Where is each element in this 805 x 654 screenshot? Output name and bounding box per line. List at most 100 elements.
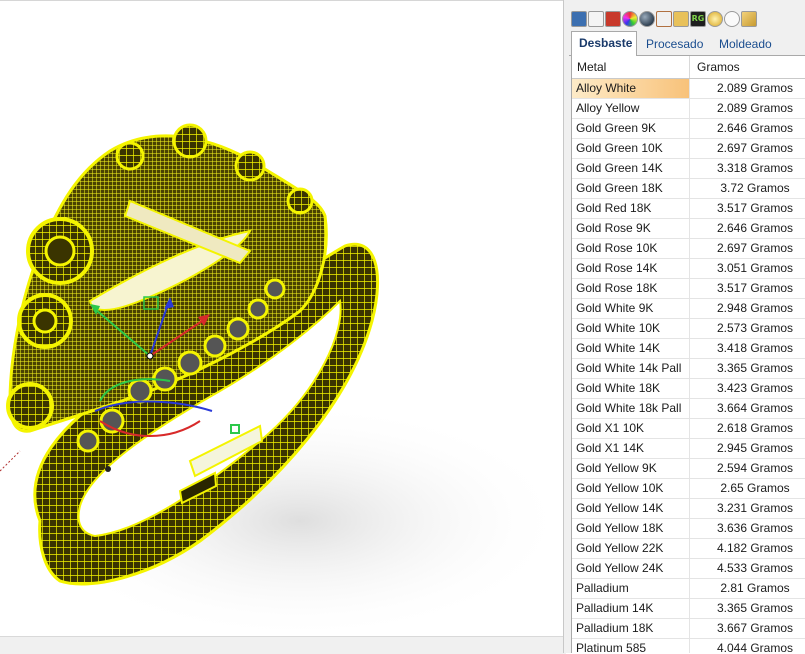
3d-viewport[interactable] <box>0 0 563 636</box>
metal-cell[interactable]: Palladium 18K <box>572 619 690 639</box>
table-row[interactable]: Gold Yellow 9K 2.594 Gramos <box>572 459 805 479</box>
metal-cell[interactable]: Gold Yellow 24K <box>572 559 690 579</box>
grams-cell[interactable]: 2.945 Gramos <box>690 439 805 459</box>
metal-cell[interactable]: Gold Green 18K <box>572 179 690 199</box>
table-row[interactable]: Gold White 14k Pall 3.365 Gramos <box>572 359 805 379</box>
grams-cell[interactable]: 2.618 Gramos <box>690 419 805 439</box>
table-row[interactable]: Gold Yellow 14K 3.231 Gramos <box>572 499 805 519</box>
grams-cell[interactable]: 2.65 Gramos <box>690 479 805 499</box>
sphere-icon[interactable] <box>639 11 655 27</box>
folder-icon[interactable] <box>673 11 689 27</box>
table-row[interactable]: Gold Yellow 18K 3.636 Gramos <box>572 519 805 539</box>
metal-cell[interactable]: Platinum 585 <box>572 639 690 653</box>
grams-cell[interactable]: 3.318 Gramos <box>690 159 805 179</box>
gem-icon[interactable] <box>707 11 723 27</box>
tab-desbaste[interactable]: Desbaste <box>571 31 637 56</box>
grams-cell[interactable]: 3.664 Gramos <box>690 399 805 419</box>
metal-cell[interactable]: Gold White 18k Pall <box>572 399 690 419</box>
metal-cell[interactable]: Gold White 14k Pall <box>572 359 690 379</box>
metal-cell[interactable]: Gold White 18K <box>572 379 690 399</box>
display-icon[interactable] <box>571 11 587 27</box>
lamp-icon[interactable] <box>588 11 604 27</box>
grams-cell[interactable]: 2.089 Gramos <box>690 79 805 99</box>
table-row[interactable]: Gold White 14K 3.418 Gramos <box>572 339 805 359</box>
metal-weight-table[interactable]: Metal Gramos Alloy White 2.089 Gramos Allo… <box>571 56 805 653</box>
table-row[interactable]: Platinum 585 4.044 Gramos <box>572 639 805 653</box>
grams-cell[interactable]: 4.044 Gramos <box>690 639 805 653</box>
metal-cell[interactable]: Gold White 14K <box>572 339 690 359</box>
metal-cell[interactable]: Gold Rose 10K <box>572 239 690 259</box>
grams-cell[interactable]: 2.573 Gramos <box>690 319 805 339</box>
table-row[interactable]: Gold Yellow 22K 4.182 Gramos <box>572 539 805 559</box>
metal-cell[interactable]: Gold X1 14K <box>572 439 690 459</box>
metal-cell[interactable]: Gold White 10K <box>572 319 690 339</box>
grams-cell[interactable]: 3.418 Gramos <box>690 339 805 359</box>
table-row[interactable]: Gold Rose 18K 3.517 Gramos <box>572 279 805 299</box>
table-row[interactable]: Gold Green 18K 3.72 Gramos <box>572 179 805 199</box>
grams-cell[interactable]: 2.646 Gramos <box>690 219 805 239</box>
grams-cell[interactable]: 3.231 Gramos <box>690 499 805 519</box>
metal-cell[interactable]: Gold Yellow 22K <box>572 539 690 559</box>
grams-cell[interactable]: 2.089 Gramos <box>690 99 805 119</box>
table-row[interactable]: Gold Green 10K 2.697 Gramos <box>572 139 805 159</box>
table-row[interactable]: Alloy White 2.089 Gramos <box>572 79 805 99</box>
metal-cell[interactable]: Gold X1 10K <box>572 419 690 439</box>
metal-cell[interactable]: Gold Red 18K <box>572 199 690 219</box>
table-row[interactable]: Gold Rose 14K 3.051 Gramos <box>572 259 805 279</box>
metal-cell[interactable]: Alloy White <box>572 79 690 99</box>
metal-cell[interactable]: Gold Rose 18K <box>572 279 690 299</box>
table-row[interactable]: Alloy Yellow 2.089 Gramos <box>572 99 805 119</box>
table-row[interactable]: Gold Red 18K 3.517 Gramos <box>572 199 805 219</box>
grams-cell[interactable]: 3.667 Gramos <box>690 619 805 639</box>
metal-cell[interactable]: Gold White 9K <box>572 299 690 319</box>
table-row[interactable]: Palladium 14K 3.365 Gramos <box>572 599 805 619</box>
table-row[interactable]: Gold White 10K 2.573 Gramos <box>572 319 805 339</box>
table-row[interactable]: Palladium 2.81 Gramos <box>572 579 805 599</box>
grams-cell[interactable]: 3.423 Gramos <box>690 379 805 399</box>
column-header-metal[interactable]: Metal <box>572 56 690 78</box>
brush-icon[interactable] <box>656 11 672 27</box>
table-row[interactable]: Gold Green 9K 2.646 Gramos <box>572 119 805 139</box>
grams-cell[interactable]: 3.517 Gramos <box>690 279 805 299</box>
table-row[interactable]: Gold Green 14K 3.318 Gramos <box>572 159 805 179</box>
metal-cell[interactable]: Gold Yellow 14K <box>572 499 690 519</box>
table-row[interactable]: Palladium 18K 3.667 Gramos <box>572 619 805 639</box>
metal-cell[interactable]: Gold Green 10K <box>572 139 690 159</box>
table-row[interactable]: Gold X1 10K 2.618 Gramos <box>572 419 805 439</box>
table-row[interactable]: Gold White 18k Pall 3.664 Gramos <box>572 399 805 419</box>
tab-procesado[interactable]: Procesado <box>639 33 710 55</box>
rg-icon[interactable]: RG <box>690 11 706 27</box>
metal-cell[interactable]: Gold Green 9K <box>572 119 690 139</box>
metal-cell[interactable]: Alloy Yellow <box>572 99 690 119</box>
material-ball-icon[interactable] <box>605 11 621 27</box>
table-row[interactable]: Gold White 9K 2.948 Gramos <box>572 299 805 319</box>
column-header-grams[interactable]: Gramos <box>690 56 805 78</box>
color-wheel-icon[interactable] <box>622 11 638 27</box>
grams-cell[interactable]: 3.365 Gramos <box>690 359 805 379</box>
metal-cell[interactable]: Gold Yellow 18K <box>572 519 690 539</box>
grams-cell[interactable]: 2.81 Gramos <box>690 579 805 599</box>
metal-cell[interactable]: Palladium <box>572 579 690 599</box>
clock-icon[interactable] <box>724 11 740 27</box>
table-row[interactable]: Gold Yellow 10K 2.65 Gramos <box>572 479 805 499</box>
grams-cell[interactable]: 3.517 Gramos <box>690 199 805 219</box>
metal-cell[interactable]: Palladium 14K <box>572 599 690 619</box>
grams-cell[interactable]: 2.646 Gramos <box>690 119 805 139</box>
metal-cell[interactable]: Gold Green 14K <box>572 159 690 179</box>
grams-cell[interactable]: 2.697 Gramos <box>690 139 805 159</box>
grams-cell[interactable]: 3.636 Gramos <box>690 519 805 539</box>
grams-cell[interactable]: 3.365 Gramos <box>690 599 805 619</box>
grams-cell[interactable]: 3.051 Gramos <box>690 259 805 279</box>
ring-model-render[interactable] <box>0 1 563 636</box>
grams-cell[interactable]: 3.72 Gramos <box>690 179 805 199</box>
grams-cell[interactable]: 2.948 Gramos <box>690 299 805 319</box>
metal-cell[interactable]: Gold Yellow 9K <box>572 459 690 479</box>
grams-cell[interactable]: 4.182 Gramos <box>690 539 805 559</box>
metal-cell[interactable]: Gold Rose 9K <box>572 219 690 239</box>
table-row[interactable]: Gold White 18K 3.423 Gramos <box>572 379 805 399</box>
table-row[interactable]: Gold Rose 10K 2.697 Gramos <box>572 239 805 259</box>
metal-cell[interactable]: Gold Yellow 10K <box>572 479 690 499</box>
grams-cell[interactable]: 2.594 Gramos <box>690 459 805 479</box>
table-row[interactable]: Gold Yellow 24K 4.533 Gramos <box>572 559 805 579</box>
metal-cell[interactable]: Gold Rose 14K <box>572 259 690 279</box>
